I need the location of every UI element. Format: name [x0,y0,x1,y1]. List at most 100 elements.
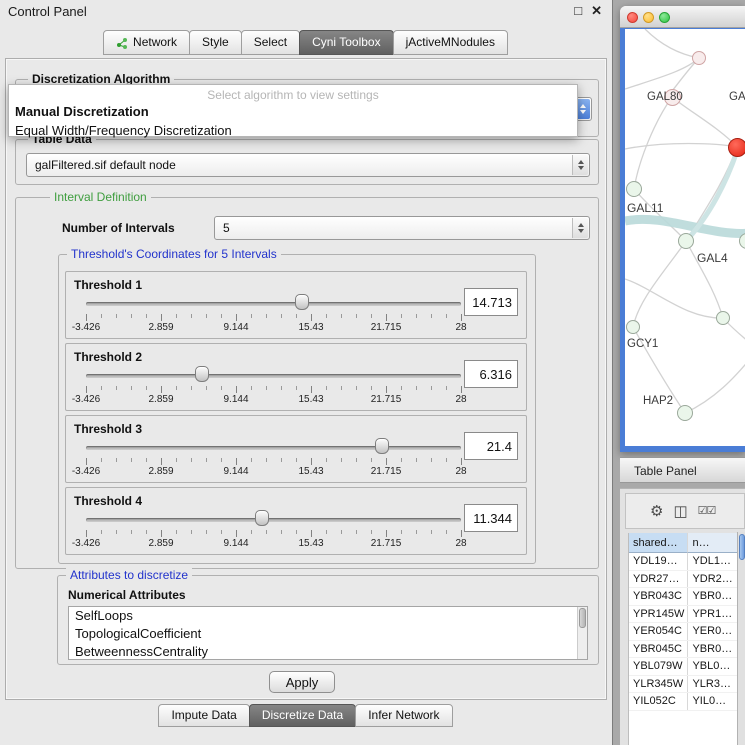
slider-ticks [86,530,462,537]
scale-label: -3.426 [72,322,100,333]
tab-select-label: Select [254,31,287,54]
network-node[interactable] [678,233,694,249]
float-window-icon[interactable]: □ [574,3,582,19]
table-row[interactable]: YLR345W YLR3… [629,676,737,694]
popup-option-equal-width-frequency[interactable]: Equal Width/Frequency Discretization [9,121,577,140]
slider-thumb[interactable] [195,366,209,382]
threshold-4-value-input[interactable] [464,504,518,532]
network-node[interactable] [626,181,642,197]
table-row[interactable]: YBR043C YBR0… [629,588,737,606]
columns-icon[interactable]: ◫ [673,504,687,519]
column-header[interactable]: n… [688,533,737,553]
threshold-1-slider[interactable] [86,294,461,312]
thresholds-group-title: Threshold's Coordinates for 5 Intervals [67,247,281,261]
table-scrollbar[interactable] [737,532,745,745]
list-scrollbar[interactable] [577,607,587,659]
minimize-light-icon[interactable] [643,12,654,23]
table-row[interactable]: YER054C YER0… [629,623,737,641]
table-panel-body: ⚙ ◫ ☑☑ shared… n… YDL19… YDL1… YDR27… YD… [620,488,745,745]
table-row[interactable]: YBL079W YBL0… [629,658,737,676]
table-cell[interactable]: YBR0… [688,641,737,658]
tab-style[interactable]: Style [189,30,242,55]
threshold-3-value-input[interactable] [464,432,518,460]
tab-impute-data[interactable]: Impute Data [158,704,249,727]
number-of-intervals-value: 5 [223,221,230,235]
scale-label: 15.43 [298,322,323,333]
table-row[interactable]: YPR145W YPR1… [629,606,737,624]
list-scrollbar-thumb[interactable] [579,608,586,628]
close-light-icon[interactable] [627,12,638,23]
threshold-2-value-input[interactable] [464,360,518,388]
number-of-intervals-combobox[interactable]: 5 [214,216,590,240]
table-panel-title: Table Panel [634,464,697,478]
threshold-4-slider[interactable] [86,510,461,528]
network-node-selected[interactable] [728,138,745,157]
combo-stepper-icon [572,218,588,238]
table-cell[interactable]: YDL19… [629,553,688,570]
table-cell[interactable]: YPR145W [629,606,688,623]
table-row[interactable]: YDL19… YDL1… [629,553,737,571]
table-cell[interactable]: YBL079W [629,658,688,675]
table-data-combobox-value: galFiltered.sif default node [35,158,176,172]
table-cell[interactable]: YPR1… [688,606,737,623]
tab-cyni-toolbox-label: Cyni Toolbox [312,31,380,54]
table-cell[interactable]: YER054C [629,623,688,640]
slider-thumb[interactable] [375,438,389,454]
table-cell[interactable]: YIL052C [629,693,688,710]
select-columns-icon[interactable]: ☑☑ [698,506,716,517]
popup-option-manual-discretization[interactable]: Manual Discretization [9,102,577,121]
table-cell[interactable]: YBR045C [629,641,688,658]
table-row[interactable]: YDR27… YDR2… [629,571,737,589]
close-window-icon[interactable]: ✕ [591,3,602,19]
tab-discretize-data[interactable]: Discretize Data [249,704,356,727]
table-cell[interactable]: YLR345W [629,676,688,693]
list-item[interactable]: TopologicalCoefficient [69,625,587,643]
apply-button[interactable]: Apply [269,671,335,693]
tab-infer-network-label: Infer Network [368,704,439,727]
table-cell[interactable]: YBL0… [688,658,737,675]
table-cell[interactable]: YDR27… [629,571,688,588]
table-row[interactable]: YIL052C YIL0… [629,693,737,711]
network-node[interactable] [692,51,706,65]
scale-label: 28 [455,538,466,549]
tab-select[interactable]: Select [241,30,300,55]
list-item[interactable]: BetweennessCentrality [69,643,587,660]
popup-hint-text: Select algorithm to view settings [9,85,577,102]
table-data-combobox[interactable]: galFiltered.sif default node [26,153,590,177]
slider-track [86,302,461,306]
table-scrollbar-thumb[interactable] [739,534,745,560]
scale-label: 9.144 [223,394,248,405]
tab-jactivemnodules[interactable]: jActiveMNodules [393,30,508,55]
tab-style-label: Style [202,31,229,54]
network-node[interactable] [716,311,730,325]
network-node[interactable] [677,405,693,421]
tab-infer-network[interactable]: Infer Network [355,704,452,727]
table-cell[interactable]: YBR0… [688,588,737,605]
slider-scale: -3.426 2.859 9.144 15.43 21.715 28 [86,466,461,478]
column-header[interactable]: shared… [629,533,688,553]
network-view-frame: GAL80 GA GAL11 GAL4 GCY1 HAP2 [620,28,745,452]
table-cell[interactable]: YBR043C [629,588,688,605]
slider-thumb[interactable] [255,510,269,526]
node-label: GAL4 [697,251,728,265]
network-canvas[interactable]: GAL80 GA GAL11 GAL4 GCY1 HAP2 [625,29,745,446]
table-row[interactable]: YBR045C YBR0… [629,641,737,659]
list-item[interactable]: SelfLoops [69,607,587,625]
slider-thumb[interactable] [295,294,309,310]
table-cell[interactable]: YDR2… [688,571,737,588]
zoom-light-icon[interactable] [659,12,670,23]
threshold-4-label: Threshold 4 [74,494,142,508]
network-node[interactable] [626,320,640,334]
gear-icon[interactable]: ⚙ [650,504,663,519]
table-cell[interactable]: YER0… [688,623,737,640]
table-cell[interactable]: YIL0… [688,693,737,710]
tab-cyni-toolbox[interactable]: Cyni Toolbox [299,30,393,55]
threshold-1-value-input[interactable] [464,288,518,316]
tab-network[interactable]: Network [103,30,190,55]
threshold-3-slider[interactable] [86,438,461,456]
table-cell[interactable]: YDL1… [688,553,737,570]
threshold-2-slider[interactable] [86,366,461,384]
table-cell[interactable]: YLR3… [688,676,737,693]
threshold-1-panel: Threshold 1 -3.426 2.859 9.144 15.43 21.… [65,271,527,339]
scale-label: 21.715 [371,394,402,405]
